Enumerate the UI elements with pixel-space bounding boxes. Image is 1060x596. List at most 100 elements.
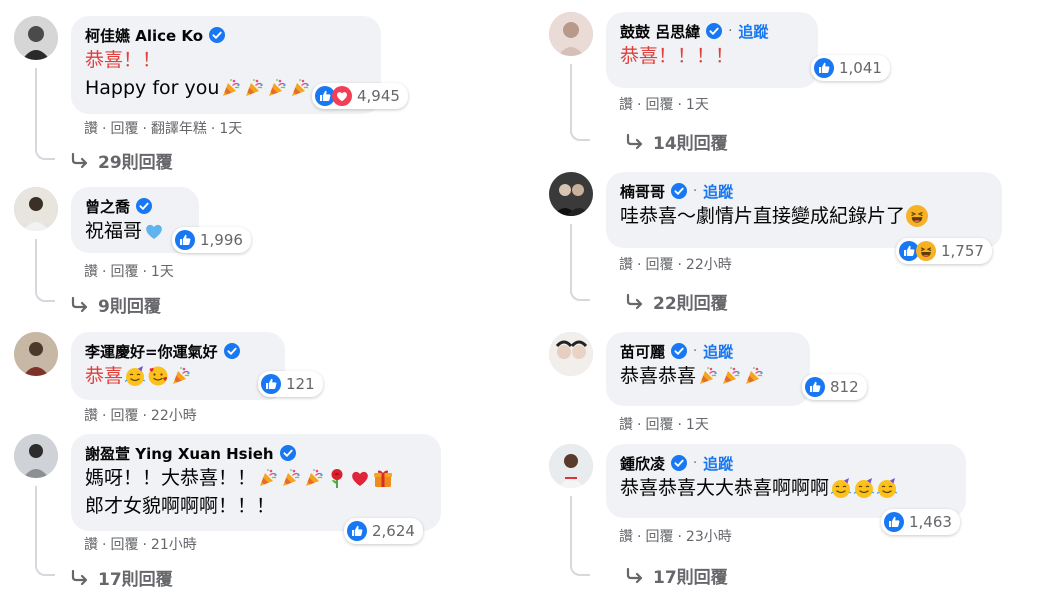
party-popper-icon bbox=[743, 365, 765, 387]
party-popper-icon bbox=[170, 365, 192, 387]
reaction-summary[interactable]: 812 bbox=[802, 374, 867, 400]
like-reaction-icon bbox=[347, 521, 367, 541]
comment-text-line: 恭喜 bbox=[85, 362, 271, 390]
reply-link[interactable]: 回覆 bbox=[110, 121, 138, 137]
comment-actions: 讚 · 回覆 · 1天 bbox=[619, 417, 709, 433]
comment-bubble: 苗可麗 · 追蹤 恭喜恭喜 bbox=[606, 332, 810, 406]
red-heart-icon bbox=[349, 467, 371, 489]
comment-text: 恭喜 bbox=[85, 365, 124, 387]
view-replies-link[interactable]: 17則回覆 bbox=[625, 563, 728, 588]
like-reaction-icon bbox=[884, 512, 904, 532]
reaction-count: 4,945 bbox=[357, 87, 400, 105]
reply-arrow-icon bbox=[625, 293, 645, 311]
comment-text: 恭喜恭喜 bbox=[620, 365, 697, 387]
reply-link[interactable]: 回覆 bbox=[645, 417, 673, 433]
timestamp[interactable]: 23小時 bbox=[686, 529, 732, 545]
party-popper-icon bbox=[220, 77, 242, 99]
commenter-name[interactable]: 鼓鼓 呂思緯 bbox=[620, 21, 700, 42]
commenter-name[interactable]: 李運慶好=你運氣好 bbox=[85, 341, 218, 362]
reply-link[interactable]: 回覆 bbox=[645, 97, 673, 113]
avatar[interactable] bbox=[14, 434, 58, 478]
timestamp[interactable]: 22小時 bbox=[686, 257, 732, 273]
reaction-summary[interactable]: 1,757 bbox=[896, 238, 992, 264]
avatar[interactable] bbox=[549, 12, 593, 56]
timestamp[interactable]: 1天 bbox=[686, 417, 709, 433]
reaction-count: 1,041 bbox=[839, 59, 882, 77]
avatar[interactable] bbox=[549, 444, 593, 488]
party-popper-icon bbox=[303, 467, 325, 489]
comment-text: 郎才女貌啊啊啊！！！ bbox=[85, 495, 276, 517]
comment-text-line: 祝福哥 bbox=[85, 217, 185, 245]
avatar[interactable] bbox=[14, 187, 58, 231]
comment-actions: 讚 · 回覆 · 21小時 bbox=[84, 537, 197, 553]
comment-text-line: 恭喜恭喜 bbox=[620, 362, 796, 390]
comment-text: 恭喜！！ bbox=[85, 49, 162, 71]
commenter-name[interactable]: 苗可麗 bbox=[620, 341, 665, 362]
like-link[interactable]: 讚 bbox=[619, 257, 633, 273]
timestamp[interactable]: 1天 bbox=[151, 264, 174, 280]
commenter-name[interactable]: 鍾欣凌 bbox=[620, 453, 665, 474]
reaction-count: 121 bbox=[286, 375, 315, 393]
reply-link[interactable]: 回覆 bbox=[110, 264, 138, 280]
view-replies-link[interactable]: 14則回覆 bbox=[625, 129, 728, 154]
reply-arrow-icon bbox=[70, 296, 90, 314]
view-replies-link[interactable]: 9則回覆 bbox=[70, 292, 161, 317]
commenter-name[interactable]: 謝盈萱 Ying Xuan Hsieh bbox=[85, 443, 274, 464]
like-link[interactable]: 讚 bbox=[84, 537, 98, 553]
avatar[interactable] bbox=[549, 172, 593, 216]
view-replies-link[interactable]: 17則回覆 bbox=[70, 565, 173, 590]
timestamp[interactable]: 22小時 bbox=[151, 408, 197, 424]
like-link[interactable]: 讚 bbox=[619, 97, 633, 113]
like-link[interactable]: 讚 bbox=[84, 121, 98, 137]
reaction-summary[interactable]: 1,996 bbox=[172, 227, 251, 253]
comment-actions: 讚 · 回覆 · 1天 bbox=[84, 264, 174, 280]
avatar[interactable] bbox=[14, 16, 58, 60]
avatar[interactable] bbox=[549, 332, 593, 376]
view-replies-link[interactable]: 22則回覆 bbox=[625, 289, 728, 314]
comment-text: 媽呀！！大恭喜！！ bbox=[85, 467, 257, 489]
reply-arrow-icon bbox=[625, 567, 645, 585]
thread-line bbox=[35, 68, 55, 160]
verified-badge-icon bbox=[136, 198, 152, 214]
rose-icon bbox=[326, 467, 348, 489]
commenter-name[interactable]: 曾之喬 bbox=[85, 196, 130, 217]
follow-button[interactable]: 追蹤 bbox=[703, 453, 733, 474]
follow-button[interactable]: 追蹤 bbox=[703, 341, 733, 362]
reply-arrow-icon bbox=[70, 152, 90, 170]
reaction-count: 1,996 bbox=[200, 231, 243, 249]
commenter-name[interactable]: 楠哥哥 bbox=[620, 181, 665, 202]
reaction-count: 1,463 bbox=[909, 513, 952, 531]
reaction-summary[interactable]: 1,463 bbox=[881, 509, 960, 535]
love-reaction-icon bbox=[332, 86, 352, 106]
reaction-summary[interactable]: 1,041 bbox=[811, 55, 890, 81]
follow-button[interactable]: 追蹤 bbox=[703, 181, 733, 202]
follow-button[interactable]: 追蹤 bbox=[738, 21, 768, 42]
reply-link[interactable]: 回覆 bbox=[110, 408, 138, 424]
avatar[interactable] bbox=[14, 332, 58, 376]
like-link[interactable]: 讚 bbox=[84, 408, 98, 424]
timestamp[interactable]: 1天 bbox=[686, 97, 709, 113]
comment-text-line: 哇恭喜～劇情片直接變成紀錄片了 bbox=[620, 202, 988, 230]
like-link[interactable]: 讚 bbox=[619, 417, 633, 433]
like-link[interactable]: 讚 bbox=[619, 529, 633, 545]
view-replies-link[interactable]: 29則回覆 bbox=[70, 148, 173, 173]
comment-bubble: 鍾欣凌 · 追蹤 恭喜恭喜大大恭喜啊啊啊 bbox=[606, 444, 966, 518]
haha-reaction-icon bbox=[906, 205, 928, 227]
reaction-summary[interactable]: 4,945 bbox=[312, 83, 408, 109]
timestamp[interactable]: 1天 bbox=[219, 121, 242, 137]
translate-link[interactable]: 翻譯年糕 bbox=[151, 121, 207, 137]
reply-link[interactable]: 回覆 bbox=[110, 537, 138, 553]
commenter-name[interactable]: 柯佳嬿 Alice Ko bbox=[85, 25, 203, 46]
comment-text: 哇恭喜～劇情片直接變成紀錄片了 bbox=[620, 205, 906, 227]
reply-link[interactable]: 回覆 bbox=[645, 529, 673, 545]
thread-line bbox=[35, 486, 55, 576]
reaction-summary[interactable]: 121 bbox=[258, 371, 323, 397]
timestamp[interactable]: 21小時 bbox=[151, 537, 197, 553]
reaction-count: 2,624 bbox=[372, 522, 415, 540]
reaction-summary[interactable]: 2,624 bbox=[344, 518, 423, 544]
like-link[interactable]: 讚 bbox=[84, 264, 98, 280]
partying-face-icon bbox=[853, 477, 875, 499]
like-reaction-icon bbox=[261, 374, 281, 394]
reply-link[interactable]: 回覆 bbox=[645, 257, 673, 273]
reaction-count: 1,757 bbox=[941, 242, 984, 260]
